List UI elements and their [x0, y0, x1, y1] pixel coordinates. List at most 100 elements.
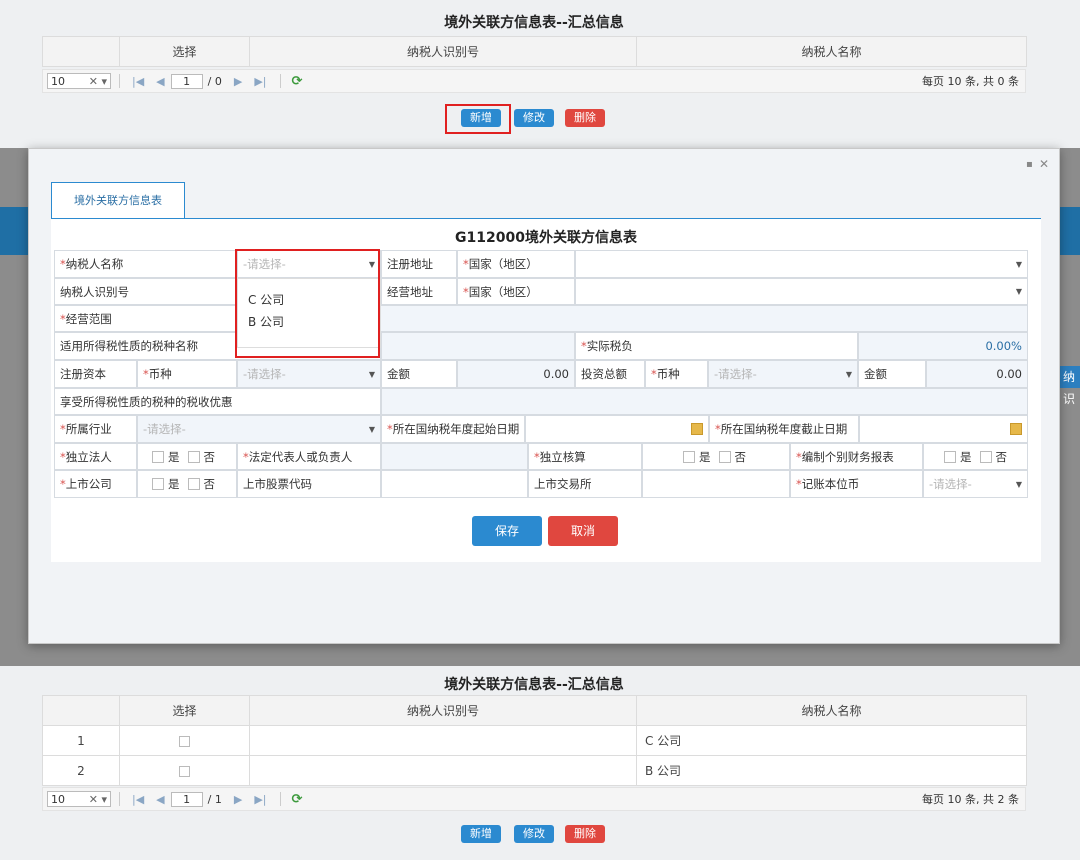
page-number-input[interactable]: 1: [170, 791, 203, 807]
currency-select-1[interactable]: -请选择- ▼: [237, 360, 381, 388]
page-size-select[interactable]: 10 ✕ ▾: [47, 791, 111, 807]
no-checkbox[interactable]: [979, 450, 992, 463]
independent-accounting-choice: 是 否: [642, 443, 790, 470]
stock-exchange-input[interactable]: [642, 470, 790, 498]
label-stock-exchange: 上市交易所: [528, 470, 642, 498]
industry-select[interactable]: -请选择- ▼: [137, 415, 381, 443]
row-taxpayer-name: C 公司: [636, 725, 1027, 756]
yes-checkbox[interactable]: [152, 478, 164, 490]
label-separate-reports: * 编制个别财务报表: [790, 443, 923, 470]
stock-code-input[interactable]: [381, 470, 528, 498]
add-button[interactable]: 新增: [461, 109, 501, 127]
yes-checkbox[interactable]: [152, 450, 164, 463]
edit-button[interactable]: 修改: [514, 825, 554, 843]
label-reg-address: 注册地址: [381, 250, 457, 278]
tax-year-end-input[interactable]: [859, 415, 1028, 443]
prev-page-icon[interactable]: ◀: [156, 793, 164, 806]
label-independent-accounting: * 独立核算: [528, 443, 642, 470]
chevron-down-icon: ▼: [368, 369, 375, 379]
row-checkbox[interactable]: [179, 765, 190, 777]
pagination-info: 每页 10 条, 共 2 条: [922, 793, 1019, 806]
label-taxpayer-id: 纳税人识别号: [54, 278, 237, 305]
separate-reports-choice: 是 否: [923, 443, 1028, 470]
legal-rep-input[interactable]: [381, 443, 528, 470]
maximize-icon[interactable]: ▪: [1026, 159, 1033, 170]
label-reg-country: * 国家（地区）: [457, 250, 575, 278]
no-checkbox[interactable]: [718, 450, 731, 463]
row-taxpayer-name: B 公司: [636, 755, 1027, 786]
table-row[interactable]: 2 B 公司: [42, 755, 1027, 786]
row-taxpayer-id: [249, 725, 637, 756]
yes-checkbox[interactable]: [683, 450, 695, 463]
table-row[interactable]: 1 C 公司: [42, 725, 1027, 756]
total-pages: / 0: [207, 74, 222, 88]
page-number-input[interactable]: 1: [170, 73, 203, 89]
clear-icon[interactable]: ✕ ▾: [89, 75, 107, 88]
col-header-taxpayer-name: 纳税人名称: [636, 36, 1027, 67]
reg-country-select[interactable]: ▼: [575, 250, 1028, 278]
label-business-country: * 国家（地区）: [457, 278, 575, 305]
last-page-icon[interactable]: ▶|: [254, 793, 266, 806]
amount-input-2[interactable]: 0.00: [926, 360, 1028, 388]
summary-title: 境外关联方信息表--汇总信息: [444, 677, 624, 693]
save-button[interactable]: 保存: [472, 516, 542, 546]
chevron-down-icon: ▼: [1015, 287, 1022, 296]
next-page-icon[interactable]: ▶: [234, 75, 242, 88]
col-header-taxpayer-id: 纳税人识别号: [249, 36, 637, 67]
actual-tax-burden-input[interactable]: 0.00%: [858, 332, 1028, 360]
first-page-icon[interactable]: |◀: [132, 75, 144, 88]
col-header-index: [42, 36, 120, 67]
label-tax-year-start: * 所在国纳税年度起始日期: [381, 415, 525, 443]
label-tax-year-end: * 所在国纳税年度截止日期: [709, 415, 859, 443]
label-business-address: 经营地址: [381, 278, 457, 305]
label-listed-company: * 上市公司: [54, 470, 137, 498]
calendar-icon[interactable]: [1010, 423, 1022, 435]
side-tab[interactable]: 纳识: [1058, 366, 1080, 406]
cancel-button[interactable]: 取消: [548, 516, 618, 546]
label-currency-2: * 币种: [645, 360, 708, 388]
label-amount-2: 金额: [858, 360, 926, 388]
label-legal-rep: * 法定代表人或负责人: [237, 443, 381, 470]
label-independent-legal: * 独立法人: [54, 443, 137, 470]
first-page-icon[interactable]: |◀: [132, 793, 144, 806]
prev-page-icon[interactable]: ◀: [156, 75, 164, 88]
tab-foreign-related[interactable]: 境外关联方信息表: [51, 182, 185, 219]
last-page-icon[interactable]: ▶|: [254, 75, 266, 88]
col-header-select: 选择: [119, 36, 250, 67]
summary-bottom: 境外关联方信息表--汇总信息 选择 纳税人识别号 纳税人名称 1 C 公司 2 …: [42, 670, 1027, 811]
form-area: G112000境外关联方信息表 * 纳税人名称 -请选择- ▼ 注册地址 * 国家（地…: [51, 219, 1041, 562]
chevron-down-icon: ▼: [1015, 479, 1022, 489]
refresh-icon[interactable]: ⟳: [291, 792, 302, 807]
no-checkbox[interactable]: [187, 478, 200, 490]
pagination-bar: 10 ✕ ▾ |◀ ◀ 1 / 1 ▶ ▶| ⟳ 每页 10 条, 共 2 条: [42, 787, 1026, 811]
delete-button[interactable]: 删除: [565, 825, 605, 843]
tax-incentive-input[interactable]: [381, 388, 1028, 415]
edit-dialog: ▪ ✕ 境外关联方信息表 G112000境外关联方信息表 * 纳税人名称 -请选择…: [28, 148, 1060, 644]
page-size-select[interactable]: 10 ✕ ▾: [47, 73, 111, 89]
label-total-investment: 投资总额: [575, 360, 645, 388]
row-checkbox[interactable]: [179, 735, 190, 747]
tax-year-start-input[interactable]: [525, 415, 709, 443]
currency-select-2[interactable]: -请选择- ▼: [708, 360, 858, 388]
edit-button[interactable]: 修改: [514, 109, 554, 127]
add-button[interactable]: 新增: [461, 825, 501, 843]
amount-input-1[interactable]: 0.00: [457, 360, 575, 388]
clear-icon[interactable]: ✕ ▾: [89, 793, 107, 806]
bookkeeping-currency-select[interactable]: -请选择- ▼: [923, 470, 1028, 498]
row-number: 2: [42, 755, 120, 786]
label-bookkeeping-currency: * 记账本位币: [790, 470, 923, 498]
delete-button[interactable]: 删除: [565, 109, 605, 127]
summary-top: 境外关联方信息表--汇总信息 选择 纳税人识别号 纳税人名称 10 ✕ ▾ |◀…: [42, 8, 1027, 96]
yes-checkbox[interactable]: [944, 450, 956, 463]
no-checkbox[interactable]: [187, 450, 200, 463]
col-header-index: [42, 695, 120, 726]
applicable-tax-input[interactable]: [381, 332, 575, 360]
close-icon[interactable]: ✕: [1039, 157, 1049, 171]
pagination-info: 每页 10 条, 共 0 条: [922, 75, 1019, 88]
business-country-select[interactable]: ▼: [575, 278, 1028, 305]
listed-company-choice: 是 否: [137, 470, 237, 498]
refresh-icon[interactable]: ⟳: [291, 74, 302, 89]
next-page-icon[interactable]: ▶: [234, 793, 242, 806]
calendar-icon[interactable]: [691, 423, 703, 435]
label-tax-incentive: 享受所得税性质的税种的税收优惠: [54, 388, 381, 415]
